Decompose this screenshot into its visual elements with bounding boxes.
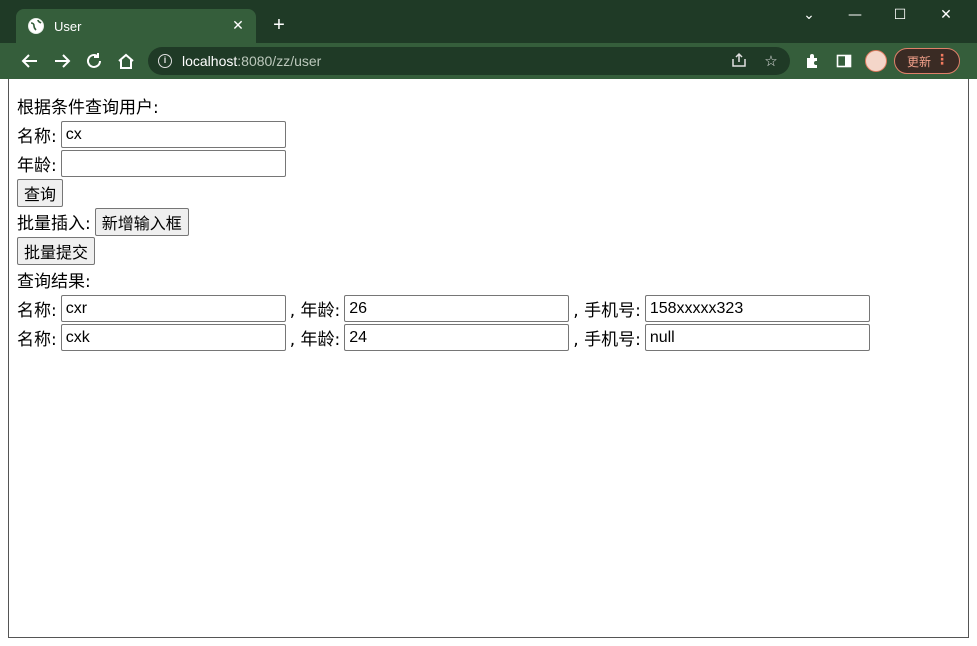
info-icon[interactable]: i xyxy=(158,54,172,68)
tab-close-icon[interactable]: ✕ xyxy=(230,18,246,34)
result-age-input[interactable] xyxy=(344,295,570,322)
extensions-icon[interactable] xyxy=(802,51,822,71)
results-heading: 查询结果: xyxy=(17,272,91,292)
side-panel-icon[interactable] xyxy=(834,51,854,71)
avatar[interactable] xyxy=(865,50,887,72)
minimize-button[interactable]: — xyxy=(832,4,878,26)
result-age-label: , 年龄: xyxy=(289,301,341,321)
query-heading-line: 根据条件查询用户: xyxy=(17,91,870,120)
tab-search-icon[interactable]: ⌄ xyxy=(786,4,832,26)
globe-icon xyxy=(28,18,44,34)
add-input-button[interactable]: 新增输入框 xyxy=(94,207,189,236)
home-icon xyxy=(118,53,134,69)
query-age-line: 年龄: xyxy=(17,149,870,178)
query-name-label: 名称: xyxy=(17,127,57,147)
query-submit-line: 查询 xyxy=(17,178,870,207)
close-window-button[interactable]: ✕ xyxy=(923,4,969,26)
result-phone-input[interactable] xyxy=(644,295,870,322)
query-name-line: 名称: xyxy=(17,120,870,149)
page-content: 根据条件查询用户: 名称: 年龄: 查询 批量插入: 新增输入框 批量提交 查询… xyxy=(17,91,870,352)
result-age-label: , 年龄: xyxy=(289,330,341,350)
arrow-left-icon xyxy=(21,54,37,68)
page-viewport: 根据条件查询用户: 名称: 年龄: 查询 批量插入: 新增输入框 批量提交 查询… xyxy=(8,79,969,638)
batch-submit-line: 批量提交 xyxy=(17,236,870,265)
result-phone-label: , 手机号: xyxy=(573,330,641,350)
batch-insert-line: 批量插入: 新增输入框 xyxy=(17,207,870,236)
result-phone-label: , 手机号: xyxy=(573,301,641,321)
reload-button[interactable] xyxy=(82,49,106,73)
result-phone-input[interactable] xyxy=(644,324,870,351)
results-heading-line: 查询结果: xyxy=(17,265,870,294)
tab-title: User xyxy=(54,18,82,34)
batch-insert-label: 批量插入: xyxy=(17,214,91,234)
result-name-label: 名称: xyxy=(17,330,57,350)
maximize-button[interactable]: ☐ xyxy=(877,4,923,26)
query-age-input[interactable] xyxy=(60,150,286,177)
back-button[interactable] xyxy=(18,49,42,73)
result-name-input[interactable] xyxy=(60,324,286,351)
url-text: localhost:8080/zz/user xyxy=(182,53,322,69)
arrow-right-icon xyxy=(55,54,71,68)
toolbar: i localhost:8080/zz/user ☆ 更新 ⋮ xyxy=(0,43,977,79)
result-name-input[interactable] xyxy=(60,295,286,322)
menu-dots-icon: ⋮ xyxy=(935,52,949,68)
new-tab-button[interactable]: + xyxy=(268,14,290,36)
update-button[interactable]: 更新 ⋮ xyxy=(894,48,960,74)
forward-button[interactable] xyxy=(50,49,74,73)
query-age-label: 年龄: xyxy=(17,156,57,176)
update-label: 更新 xyxy=(907,54,932,69)
browser-window: User ✕ + ⌄ — ☐ ✕ i localhost:8080/zz/use… xyxy=(0,0,977,646)
result-name-label: 名称: xyxy=(17,301,57,321)
result-row: 名称: , 年龄: , 手机号: xyxy=(17,323,870,352)
result-age-input[interactable] xyxy=(344,324,570,351)
query-button[interactable]: 查询 xyxy=(17,178,64,207)
title-bar: User ✕ + ⌄ — ☐ ✕ xyxy=(0,0,977,43)
share-icon[interactable] xyxy=(730,52,748,70)
query-heading: 根据条件查询用户: xyxy=(17,98,159,118)
batch-submit-button[interactable]: 批量提交 xyxy=(17,236,96,265)
result-row: 名称: , 年龄: , 手机号: xyxy=(17,294,870,323)
home-button[interactable] xyxy=(114,49,138,73)
reload-icon xyxy=(87,53,101,68)
address-bar[interactable]: i localhost:8080/zz/user ☆ xyxy=(148,47,790,75)
star-icon[interactable]: ☆ xyxy=(762,52,780,70)
query-name-input[interactable] xyxy=(60,121,286,148)
tab-user[interactable]: User ✕ xyxy=(16,9,256,43)
